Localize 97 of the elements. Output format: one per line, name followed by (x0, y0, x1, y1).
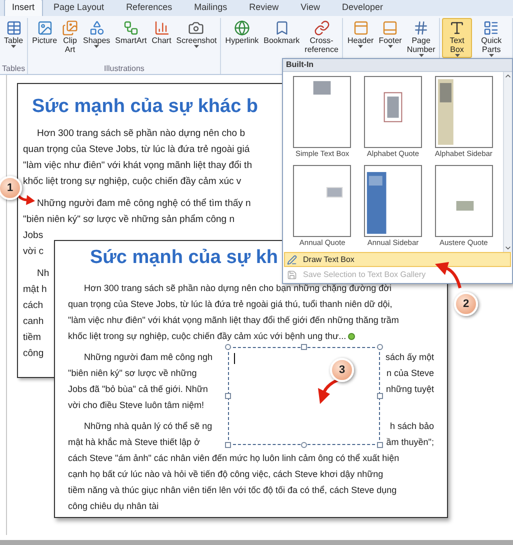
ribbon-tab[interactable]: Developer (330, 0, 394, 16)
text-line: tiềm năng và thúc giục nhân viên tiến lên với tốc độ tối đa có thể, cách Steve dụng (68, 484, 397, 498)
text-box[interactable] (228, 347, 380, 445)
text-box-preview-icon (434, 76, 493, 148)
text-line: khốc liệt trong sự nghiệp, cuộc chiến đầy cảm xúc v (23, 175, 242, 189)
ribbon-tab[interactable]: Insert (4, 0, 43, 16)
quick-parts-icon (483, 20, 500, 36)
camera-icon (188, 20, 204, 36)
text-line: Jobs (23, 229, 44, 243)
save-icon (287, 270, 297, 280)
header-icon (352, 20, 369, 36)
draw-icon (287, 254, 297, 264)
text-line: cạnh họ bất cứ lúc nào và hỏi về tiến độ công việc, cách Steve khơi dậy những (68, 468, 384, 482)
ribbon-button[interactable]: Picture (30, 18, 60, 46)
ribbon-button[interactable]: Screenshot (174, 18, 218, 49)
text-line: Những người đam mê công ngh (84, 351, 213, 364)
text-box-preview-icon (364, 165, 422, 237)
ribbon-button[interactable]: Quick Parts (472, 18, 510, 58)
text-line: "biên niên ký" sơ lược về những sản phẩm công n (23, 213, 234, 227)
ribbon-button[interactable]: SmartArt (113, 18, 149, 46)
text-line: ầm thuyền"; (386, 436, 434, 450)
ribbon-button[interactable]: Header (345, 18, 376, 49)
text-line: h sách bảo (390, 420, 434, 434)
resize-handle[interactable] (377, 442, 383, 448)
text-line: "làm việc như điên" với khát vọng mãnh liệt thay đổi th (23, 159, 252, 173)
ribbon-button[interactable]: Text Box (442, 18, 472, 58)
text-line: canh (23, 315, 44, 329)
scrollbar[interactable] (503, 72, 512, 252)
text-cursor-icon (234, 353, 235, 364)
ribbon-button[interactable]: Table (2, 18, 26, 49)
text-line: sách ấy một (385, 351, 434, 364)
text-line: "làm việc như điên" với khát vọng mãnh liệt thay đổi thế giới đến những thăng trầm (68, 314, 399, 328)
globe-icon (234, 20, 250, 36)
footer-icon (382, 20, 398, 36)
text-line: mật h (23, 283, 47, 297)
text-line: vời c (23, 245, 44, 259)
scroll-down-icon (504, 244, 512, 252)
text-line: cách Steve "ám ảnh" các nhân viên đến mức họ luôn linh cảm ông có thể xuất hiện (68, 452, 400, 466)
text-line: cách (23, 299, 44, 313)
text-line: Jobs đã "bỏ bùa" cả thế giới. Nhữn (68, 383, 208, 396)
text-line: n của Steve (386, 367, 434, 380)
ribbon-tab[interactable]: View (290, 0, 331, 16)
ribbon-button[interactable]: Shapes (81, 18, 112, 49)
ribbon-button[interactable]: Chart (150, 18, 174, 46)
ribbon-tab[interactable]: Review (238, 0, 290, 16)
gallery-heading: Built-In (286, 59, 314, 71)
bookmark-icon (274, 20, 290, 36)
menu-item[interactable]: Draw Text Box (284, 252, 511, 267)
text-line: quan trọng của Steve Jobs, từ lúc là đứa trẻ ngoài giá (23, 143, 250, 157)
cross-reference-icon (314, 20, 330, 36)
document-title: Sức mạnh của sự kh (90, 246, 278, 270)
text-box-preview-icon (434, 165, 493, 237)
text-line: "biên niên ký" sơ lược về những (68, 367, 197, 380)
text-line: vời cho điều Steve luôn tâm niệm! (68, 399, 204, 412)
text-line: Nh (37, 267, 50, 281)
step-badge: 2 (454, 292, 478, 316)
text-line: tiềm (23, 331, 41, 345)
ribbon-button[interactable]: Page Number (404, 18, 438, 58)
text-box-preview-icon (364, 76, 422, 148)
text-line: Những người đam mê công nghệ có thể tìm thấy n (37, 197, 251, 211)
text-line: những tuyệt (386, 383, 434, 396)
group-label: Illustrations (102, 64, 146, 74)
smartart-icon (122, 20, 139, 36)
ribbon-tab[interactable]: Page Layout (42, 0, 116, 16)
text-line: Hơn 300 trang sách sẽ phần nào dựng nên cho bạn những chặng đường đời (84, 282, 392, 296)
ribbon-tab[interactable]: Mailings (183, 0, 238, 16)
page-number-icon (413, 20, 430, 36)
resize-handle[interactable] (377, 393, 383, 399)
document-title: Sức mạnh của sự khác b (32, 95, 258, 119)
text-line: Hơn 300 trang sách sẽ phần nào dựng nên cho b (37, 127, 246, 141)
text-line: Những nhà quản lý có thể sẽ ng (84, 420, 212, 434)
ribbon-button[interactable]: Clip Art (60, 18, 80, 55)
text-line: mật hà khắc mà Steve thiết lập ở (68, 436, 200, 450)
resize-handle[interactable] (225, 393, 231, 399)
group-label: Tables (2, 64, 26, 74)
text-line: công (23, 347, 44, 361)
text-line: quan trọng của Steve Jobs, từ lúc là đứa trẻ ngoài giá thú, tuổi thanh niên dữ dội, (68, 298, 392, 312)
clip-art-icon (62, 20, 78, 36)
text-line: công chiêu dụ nhân tài (68, 500, 159, 514)
resize-handle[interactable] (301, 344, 307, 350)
resize-handle[interactable] (225, 442, 231, 448)
text-box-preview-icon (293, 165, 352, 237)
ribbon-button[interactable]: Footer (376, 18, 404, 49)
chart-icon (154, 20, 170, 36)
table-icon (6, 20, 22, 36)
shapes-icon (88, 20, 105, 36)
step-badge: 1 (0, 176, 22, 200)
callout-arrow (16, 192, 36, 206)
ribbon-tab[interactable]: References (115, 0, 184, 16)
ribbon-button[interactable]: Hyperlink (223, 18, 261, 46)
ribbon-button[interactable]: Bookmark (262, 18, 302, 46)
text-line: khốc liệt trong sự nghiệp, cuộc chiến đầy cảm xúc với bệnh ung thư... (68, 330, 346, 344)
scroll-up-icon (504, 72, 512, 80)
text-box-preview-icon (293, 76, 352, 148)
picture-icon (36, 20, 53, 36)
ribbon-button[interactable]: Cross-reference (302, 18, 340, 55)
text-box-icon (449, 20, 466, 36)
